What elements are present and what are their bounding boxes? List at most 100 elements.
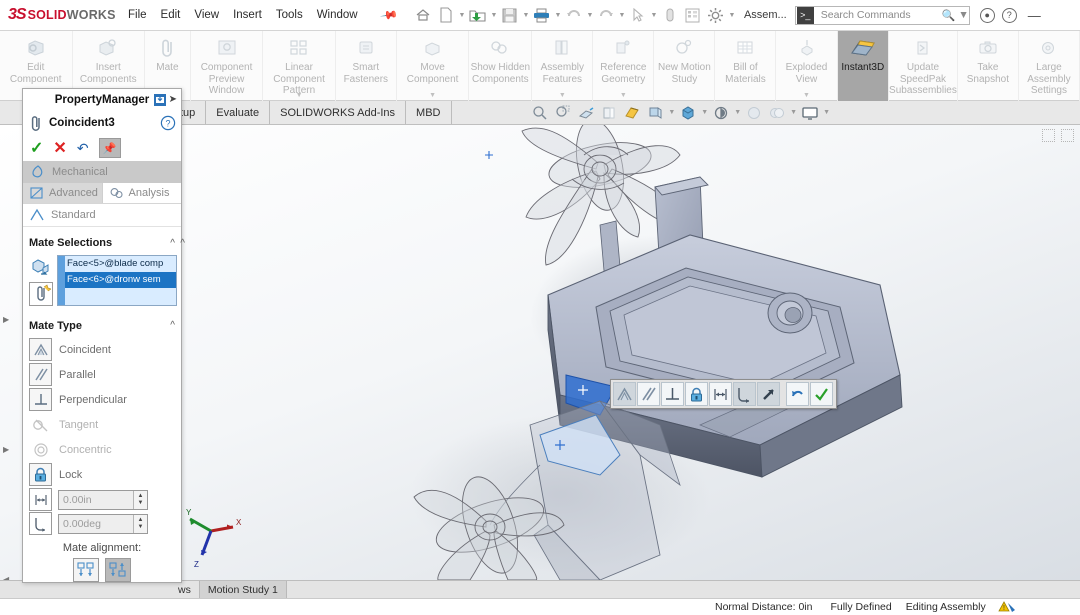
menu-file[interactable]: File — [128, 9, 147, 21]
menu-insert[interactable]: Insert — [233, 9, 262, 21]
mate-tab-mechanical[interactable]: Mechanical — [23, 161, 181, 183]
distance-icon[interactable] — [709, 382, 732, 406]
help-question-icon[interactable]: ? — [1001, 7, 1017, 23]
save-dropdown[interactable]: ▼ — [522, 12, 530, 19]
new-document-icon[interactable] — [435, 4, 457, 26]
ribbon-component-preview[interactable]: Component Preview Window — [191, 31, 264, 101]
mate-type-lock[interactable]: Lock — [29, 462, 181, 487]
zoom-to-area-icon[interactable] — [553, 103, 573, 123]
chevron-up-icon[interactable]: ^ — [170, 320, 175, 331]
ribbon-assembly-features[interactable]: Assembly Features ▼ — [532, 31, 594, 101]
chevron-down-icon[interactable]: ▼ — [559, 92, 566, 99]
ribbon-exploded-view[interactable]: Exploded View ▼ — [776, 31, 838, 101]
undo-button[interactable]: ↶ — [77, 140, 89, 157]
select-dropdown[interactable]: ▼ — [650, 12, 658, 19]
toolbar-dropdown-arrow[interactable]: ▼ — [823, 109, 830, 116]
mate-tab-advanced[interactable]: Advanced — [23, 182, 102, 203]
list-item[interactable]: Face<6>@dronw sem — [65, 271, 176, 288]
view-cube-icon[interactable] — [678, 103, 698, 123]
mate-tab-analysis[interactable]: Analysis — [101, 182, 181, 203]
mate-selections-listbox[interactable]: Face<5>@blade comp Face<6>@dronw sem — [57, 254, 177, 306]
tab-mbd[interactable]: MBD — [406, 101, 452, 124]
keep-visible-button[interactable]: 📌 — [98, 138, 121, 159]
toolbar-dropdown-arrow[interactable]: ▼ — [701, 109, 708, 116]
mate-type-list[interactable]: Coincident Parallel Perpendicular Tangen… — [23, 335, 181, 487]
edit-appearance-icon[interactable] — [744, 103, 764, 123]
parallel-icon[interactable] — [637, 382, 660, 406]
property-manager-actions[interactable]: ✓ ✕ ↶ 📌 — [23, 136, 181, 161]
chevron-down-icon[interactable]: ▼ — [429, 92, 436, 99]
multiple-mate-mode-icon[interactable] — [29, 281, 53, 306]
undo-icon[interactable] — [563, 4, 585, 26]
angle-icon[interactable] — [733, 382, 756, 406]
help-question-icon[interactable]: ? — [160, 115, 176, 131]
mate-type-parallel[interactable]: Parallel — [29, 362, 181, 387]
open-folder-icon[interactable] — [467, 4, 489, 26]
select-cursor-icon[interactable] — [627, 4, 649, 26]
ribbon-bill-of-materials[interactable]: Bill of Materials — [715, 31, 777, 101]
entities-to-mate-icon[interactable] — [29, 255, 53, 279]
perpendicular-icon[interactable] — [661, 382, 684, 406]
property-manager-panel[interactable]: PropertyManager ➤ Coincident3 ? ✓ ✕ ↶ 📌 … — [22, 88, 185, 583]
save-icon[interactable] — [499, 4, 521, 26]
view-orientation-icon[interactable] — [622, 103, 642, 123]
minimize-button[interactable]: — — [1028, 8, 1041, 23]
mate-alignment-buttons[interactable] — [23, 558, 181, 583]
angle-stepper[interactable]: ▲ ▼ — [133, 514, 147, 533]
mate-tab-standard[interactable]: Standard — [23, 204, 181, 228]
ribbon-show-hidden-components[interactable]: Show Hidden Components — [469, 31, 533, 101]
zoom-to-fit-icon[interactable] — [530, 103, 550, 123]
tab-solidworks-addins[interactable]: SOLIDWORKS Add-Ins — [270, 101, 407, 124]
keep-visible-icon[interactable] — [153, 93, 167, 107]
mate-tab-row[interactable]: Advanced Analysis — [23, 182, 181, 204]
expand-tree-icon[interactable]: ▶ — [3, 315, 9, 324]
search-dropdown[interactable]: ▼ — [958, 9, 968, 21]
section-view-icon[interactable] — [599, 103, 619, 123]
undo-icon[interactable] — [786, 382, 809, 406]
angle-row[interactable]: 0.00deg ▲ ▼ — [23, 512, 181, 536]
distance-input[interactable]: 0.00in ▲ ▼ — [58, 489, 148, 510]
arrow-flip-icon[interactable] — [757, 382, 780, 406]
cancel-button[interactable]: ✕ — [53, 138, 66, 158]
selection-icon-column[interactable] — [29, 255, 53, 306]
home-icon[interactable] — [412, 4, 434, 26]
ribbon-linear-component-pattern[interactable]: Linear Component Pattern ▼ — [263, 31, 336, 101]
chevron-down-icon[interactable]: ▼ — [296, 92, 303, 99]
lock-icon[interactable] — [685, 382, 708, 406]
mate-type-coincident[interactable]: Coincident — [29, 337, 181, 362]
mate-popup-toolbar[interactable] — [610, 379, 837, 409]
menu-tools[interactable]: Tools — [276, 9, 303, 21]
viewport-toolbar[interactable]: ▼ ▼ ▼ ▼ ▼ — [530, 103, 1080, 123]
undo-dropdown[interactable]: ▼ — [586, 12, 594, 19]
redo-icon[interactable] — [595, 4, 617, 26]
ribbon-new-motion-study[interactable]: New Motion Study — [654, 31, 716, 101]
gear-dropdown[interactable]: ▼ — [728, 12, 736, 19]
print-icon[interactable] — [531, 4, 553, 26]
pushpin-icon[interactable]: ➤ — [169, 94, 177, 105]
left-edge-strip[interactable]: ▶ ▶ ◀ — [0, 125, 12, 584]
aligned-icon[interactable] — [73, 558, 99, 583]
toolbar-dropdown-arrow[interactable]: ▼ — [668, 109, 675, 116]
model-tab[interactable]: ws — [170, 581, 200, 598]
mate-type-perpendicular[interactable]: Perpendicular — [29, 387, 181, 412]
menu-edit[interactable]: Edit — [161, 9, 181, 21]
quick-access-toolbar[interactable]: ▼ ▼ ▼ ▼ ▼ ▼ ▼ ▼ — [412, 4, 736, 26]
tab-evaluate[interactable]: Evaluate — [206, 101, 271, 124]
ribbon-update-speedpak[interactable]: Update SpeedPak Subassemblies — [889, 31, 958, 101]
anti-aligned-icon[interactable] — [105, 558, 131, 583]
apply-scene-icon[interactable] — [767, 103, 787, 123]
mate-type-header[interactable]: Mate Type ^ — [23, 316, 181, 335]
menu-view[interactable]: View — [194, 9, 219, 21]
rebuild-warning-icon[interactable]: ! — [998, 600, 1016, 615]
menu-bar[interactable]: File Edit View Insert Tools Window 📌 — [128, 7, 398, 25]
confirm-check-icon[interactable] — [810, 382, 833, 406]
open-dropdown[interactable]: ▼ — [490, 12, 498, 19]
print-dropdown[interactable]: ▼ — [554, 12, 562, 19]
toolbar-dropdown-arrow[interactable]: ▼ — [790, 109, 797, 116]
distance-stepper[interactable]: ▲ ▼ — [133, 490, 147, 509]
accept-button[interactable]: ✓ — [30, 138, 43, 158]
ribbon-move-component[interactable]: Move Component ▼ — [397, 31, 470, 101]
ribbon-reference-geometry[interactable]: Reference Geometry ▼ — [593, 31, 655, 101]
chevron-up-icon[interactable]: ^ — [170, 238, 175, 249]
rotate-view-icon[interactable] — [576, 103, 596, 123]
